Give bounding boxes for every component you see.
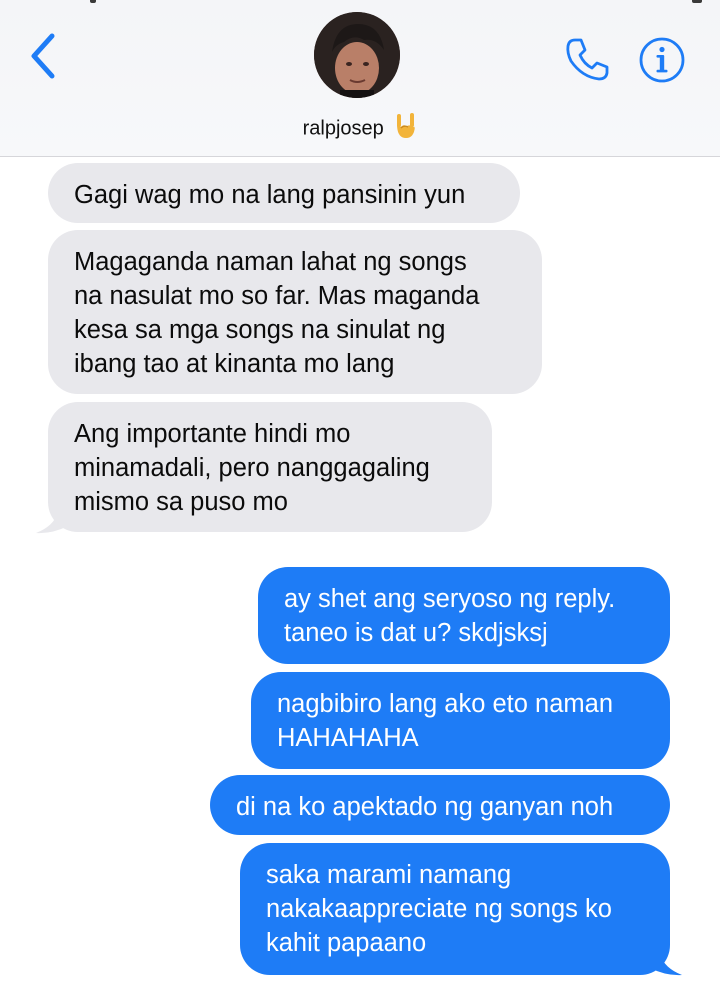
incoming-message-bubble[interactable]: Ang importante hindi mo minamadali, pero… — [48, 402, 492, 532]
contact-name-button[interactable]: ralpjosep — [0, 112, 720, 146]
status-dot — [90, 0, 96, 3]
conversation-header: ralpjosep — [0, 0, 720, 157]
phone-icon — [566, 38, 609, 81]
call-button[interactable] — [562, 34, 612, 84]
incoming-bubble-tail — [36, 506, 68, 534]
outgoing-bubble-tail — [650, 948, 682, 976]
incoming-message-bubble[interactable]: Magaganda naman lahat ng songs na nasula… — [48, 230, 542, 394]
info-icon — [639, 37, 685, 83]
info-button[interactable] — [638, 36, 686, 84]
outgoing-message-bubble[interactable]: nagbibiro lang ako eto naman HAHAHAHA — [251, 672, 670, 769]
contact-name: ralpjosep — [302, 117, 384, 140]
status-dot — [692, 0, 702, 3]
avatar[interactable] — [314, 12, 400, 98]
avatar-photo — [314, 12, 400, 98]
chevron-left-icon — [31, 33, 55, 79]
rock-hand-emoji-icon — [395, 112, 417, 146]
outgoing-message-bubble[interactable]: ay shet ang seryoso ng reply. taneo is d… — [258, 567, 670, 664]
incoming-message-bubble[interactable]: Gagi wag mo na lang pansinin yun — [48, 163, 520, 223]
back-button[interactable] — [22, 28, 66, 84]
outgoing-message-bubble[interactable]: saka marami namang nakakaappreciate ng s… — [240, 843, 670, 975]
status-bar — [0, 0, 720, 4]
outgoing-message-bubble[interactable]: di na ko apektado ng ganyan noh — [210, 775, 670, 835]
